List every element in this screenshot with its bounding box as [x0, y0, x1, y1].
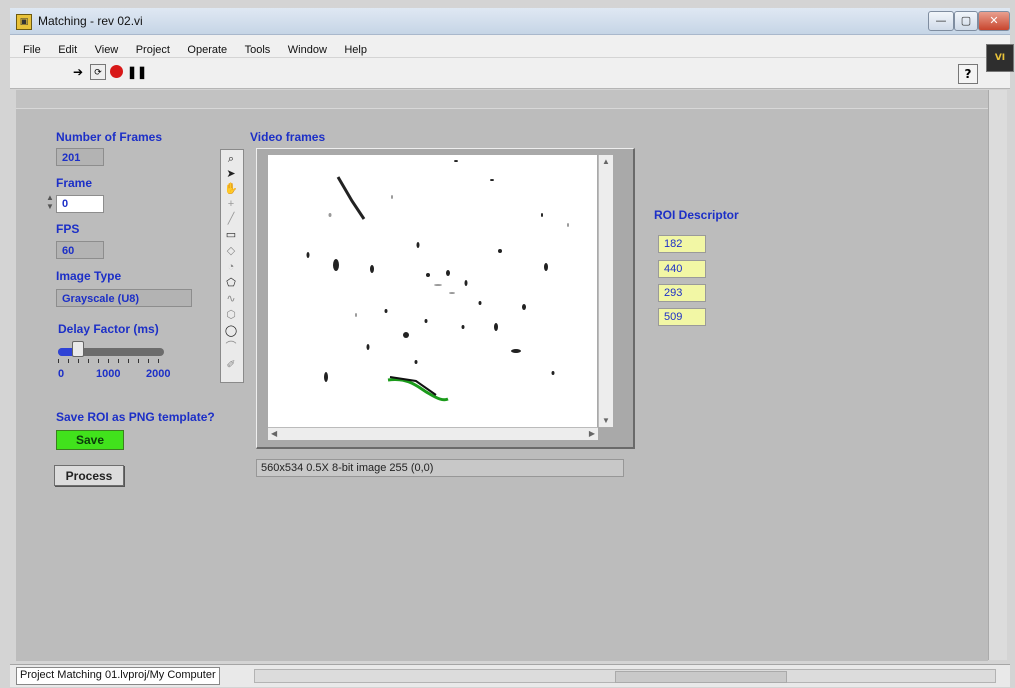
- rotated-rect-tool-icon[interactable]: ◇: [223, 244, 239, 259]
- image-type-label: Image Type: [56, 269, 122, 283]
- polygon-tool-icon[interactable]: ⬠: [223, 276, 239, 291]
- slider-tick-2000: 2000: [146, 368, 171, 380]
- delay-factor-label: Delay Factor (ms): [58, 322, 159, 336]
- title-bar: ▣ Matching - rev 02.vi — ▢ ✕: [10, 8, 1010, 35]
- slider-tick-0: 0: [58, 368, 65, 380]
- image-vertical-scrollbar[interactable]: ▲ ▼: [598, 155, 613, 427]
- window-title: Matching - rev 02.vi: [38, 14, 143, 28]
- toolbar: ➔ ⟳ ❚❚: [10, 58, 1010, 89]
- image-type-indicator: Grayscale (U8): [56, 289, 192, 307]
- zoom-tool-icon[interactable]: ⌕: [223, 152, 239, 167]
- minimize-button[interactable]: —: [928, 11, 954, 31]
- delay-slider-thumb[interactable]: [72, 341, 84, 357]
- annulus-tool-icon[interactable]: ◔: [223, 260, 239, 275]
- abort-icon[interactable]: [109, 64, 125, 80]
- close-button[interactable]: ✕: [978, 11, 1010, 31]
- run-arrow-icon[interactable]: ➔: [70, 64, 86, 80]
- rectangle-tool-icon[interactable]: ▭: [223, 228, 239, 243]
- roi-value: 440: [658, 260, 706, 278]
- maximize-button[interactable]: ▢: [954, 11, 978, 31]
- roi-value: 182: [658, 235, 706, 253]
- vi-icon: VI: [986, 44, 1014, 72]
- menu-bar: File Edit View Project Operate Tools Win…: [10, 35, 1010, 57]
- bottom-status-bar: Project Matching 01.lvproj/My Computer: [10, 664, 1010, 687]
- menu-file[interactable]: File: [23, 44, 41, 56]
- menu-tools[interactable]: Tools: [245, 44, 271, 56]
- run-continuously-icon[interactable]: ⟳: [90, 64, 106, 80]
- video-frame-image[interactable]: [268, 155, 597, 427]
- frame-increment-arrows[interactable]: ▲ ▼: [46, 193, 54, 211]
- horizontal-scrollbar-thumb[interactable]: [615, 671, 787, 683]
- frame-label: Frame: [56, 176, 93, 190]
- process-button[interactable]: Process: [54, 465, 124, 486]
- delay-slider-ticks: [58, 359, 164, 363]
- frame-control[interactable]: 0: [56, 195, 104, 213]
- save-button[interactable]: Save: [56, 430, 124, 450]
- save-roi-label: Save ROI as PNG template?: [56, 410, 215, 424]
- menu-edit[interactable]: Edit: [58, 44, 77, 56]
- menu-project[interactable]: Project: [136, 44, 170, 56]
- lasso-tool-icon[interactable]: ⌒: [223, 340, 239, 355]
- point-tool-icon[interactable]: +: [223, 197, 239, 212]
- menu-help[interactable]: Help: [344, 44, 367, 56]
- project-path[interactable]: Project Matching 01.lvproj/My Computer: [16, 667, 220, 685]
- fps-indicator: 60: [56, 241, 104, 259]
- horizontal-scrollbar[interactable]: [254, 669, 996, 683]
- menu-window[interactable]: Window: [288, 44, 327, 56]
- oval-tool-icon[interactable]: ◯: [223, 324, 239, 339]
- pan-tool-icon[interactable]: ✋: [223, 182, 239, 197]
- labview-app-icon: ▣: [16, 14, 32, 30]
- vertical-scrollbar[interactable]: [988, 90, 1007, 660]
- roi-value: 293: [658, 284, 706, 302]
- image-tool-palette: ⌕ ➤ ✋ + ╱ ▭ ◇ ◔ ⬠ ∿ ⬡ ◯ ⌒ ✐: [220, 149, 244, 383]
- roi-value: 509: [658, 308, 706, 326]
- slider-tick-1000: 1000: [96, 368, 121, 380]
- select-tool-icon[interactable]: ➤: [223, 167, 239, 182]
- fps-label: FPS: [56, 222, 80, 236]
- freehand-tool-icon[interactable]: ∿: [223, 292, 239, 307]
- video-frames-label: Video frames: [250, 130, 326, 144]
- pixel-tool-icon[interactable]: ✐: [223, 358, 239, 373]
- context-help-icon[interactable]: ?: [958, 64, 978, 84]
- num-frames-indicator: 201: [56, 148, 104, 166]
- line-tool-icon[interactable]: ╱: [223, 212, 239, 227]
- roi-descriptor-label: ROI Descriptor: [654, 208, 739, 222]
- image-horizontal-scrollbar[interactable]: ◀ ▶: [268, 427, 598, 440]
- particle-image: [306, 160, 569, 402]
- image-status-bar: 560x534 0.5X 8-bit image 255 (0,0): [256, 459, 624, 477]
- menu-view[interactable]: View: [95, 44, 119, 56]
- num-frames-label: Number of Frames: [56, 130, 163, 144]
- pause-icon[interactable]: ❚❚: [127, 64, 147, 80]
- menu-operate[interactable]: Operate: [187, 44, 227, 56]
- broken-line-tool-icon[interactable]: ⬡: [223, 308, 239, 323]
